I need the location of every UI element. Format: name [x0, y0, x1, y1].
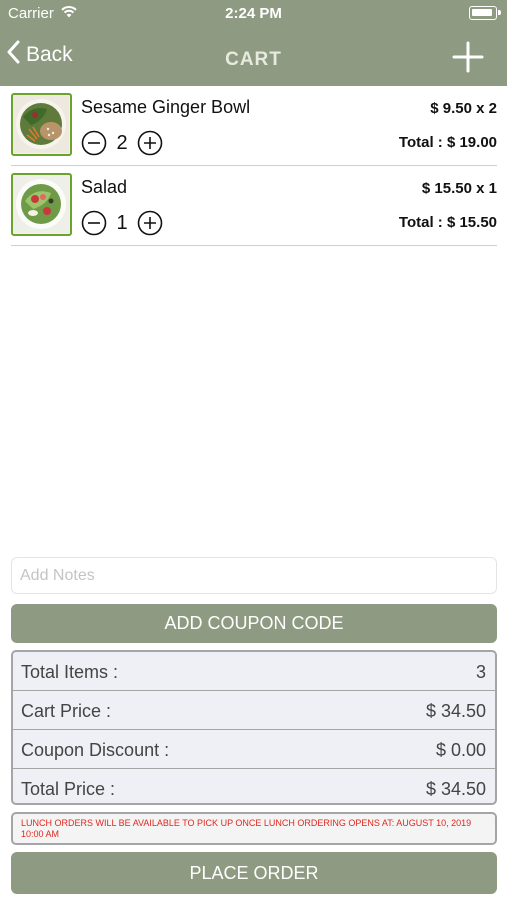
plus-icon: [452, 41, 484, 73]
summary-label: Coupon Discount :: [21, 740, 170, 760]
quantity-value: 2: [116, 131, 128, 154]
minus-circle-icon[interactable]: [81, 130, 107, 156]
minus-circle-icon[interactable]: [81, 210, 107, 236]
page-title: CART: [225, 49, 282, 70]
status-time: 2:24 PM: [225, 5, 282, 22]
summary-label: Total Items :: [21, 662, 119, 682]
bowl-thumbnail: [11, 93, 72, 156]
item-unit-price: $ 15.50 x 1: [421, 180, 497, 197]
cart-item: Sesame Ginger Bowl 2 $ 9.50 x 2 Total : …: [11, 86, 497, 166]
summary-label: Cart Price :: [21, 701, 112, 721]
notes-input[interactable]: [11, 557, 497, 594]
item-name: Salad: [81, 177, 128, 197]
summary-row-total-price: Total Price : $ 34.50: [13, 769, 495, 803]
item-total: Total : $ 15.50: [398, 214, 497, 231]
summary-row-cart-price: Cart Price : $ 34.50: [13, 691, 495, 730]
bowl-image-icon: [13, 95, 69, 153]
add-coupon-button[interactable]: ADD COUPON CODE: [11, 604, 497, 643]
lunch-ordering-notice: LUNCH ORDERS WILL BE AVAILABLE TO PICK U…: [11, 812, 497, 845]
plus-circle-icon[interactable]: [137, 210, 163, 236]
navigation-header: Carrier 2:24 PM Back CART: [0, 0, 507, 86]
plus-circle-icon[interactable]: [137, 130, 163, 156]
quantity-value: 1: [116, 211, 128, 234]
item-unit-price: $ 9.50 x 2: [430, 100, 497, 117]
item-name: Sesame Ginger Bowl: [81, 97, 251, 117]
summary-value: $ 34.50: [425, 701, 486, 721]
cart-list: Sesame Ginger Bowl 2 $ 9.50 x 2 Total : …: [11, 86, 497, 246]
summary-value: $ 34.50: [425, 779, 486, 799]
salad-image-icon: [13, 175, 69, 233]
quantity-stepper: 1: [81, 210, 163, 236]
item-total: Total : $ 19.00: [398, 134, 497, 151]
battery-icon: [469, 6, 501, 20]
order-summary: Total Items : 3 Cart Price : $ 34.50 Cou…: [11, 650, 497, 805]
quantity-stepper: 2: [81, 130, 163, 156]
summary-row-coupon-discount: Coupon Discount : $ 0.00: [13, 730, 495, 769]
place-order-button[interactable]: PLACE ORDER: [11, 852, 497, 894]
summary-row-total-items: Total Items : 3: [13, 652, 495, 691]
status-bar: Carrier 2:24 PM: [0, 0, 507, 28]
cart-item: Salad 1 $ 15.50 x 1 Total : $ 15.50: [11, 166, 497, 246]
summary-value: $ 0.00: [435, 740, 486, 760]
salad-thumbnail: [11, 173, 72, 236]
nav-bar: Back CART: [0, 32, 507, 84]
add-item-button[interactable]: [451, 40, 485, 74]
summary-label: Total Price :: [21, 779, 116, 799]
summary-value: 3: [475, 662, 486, 682]
